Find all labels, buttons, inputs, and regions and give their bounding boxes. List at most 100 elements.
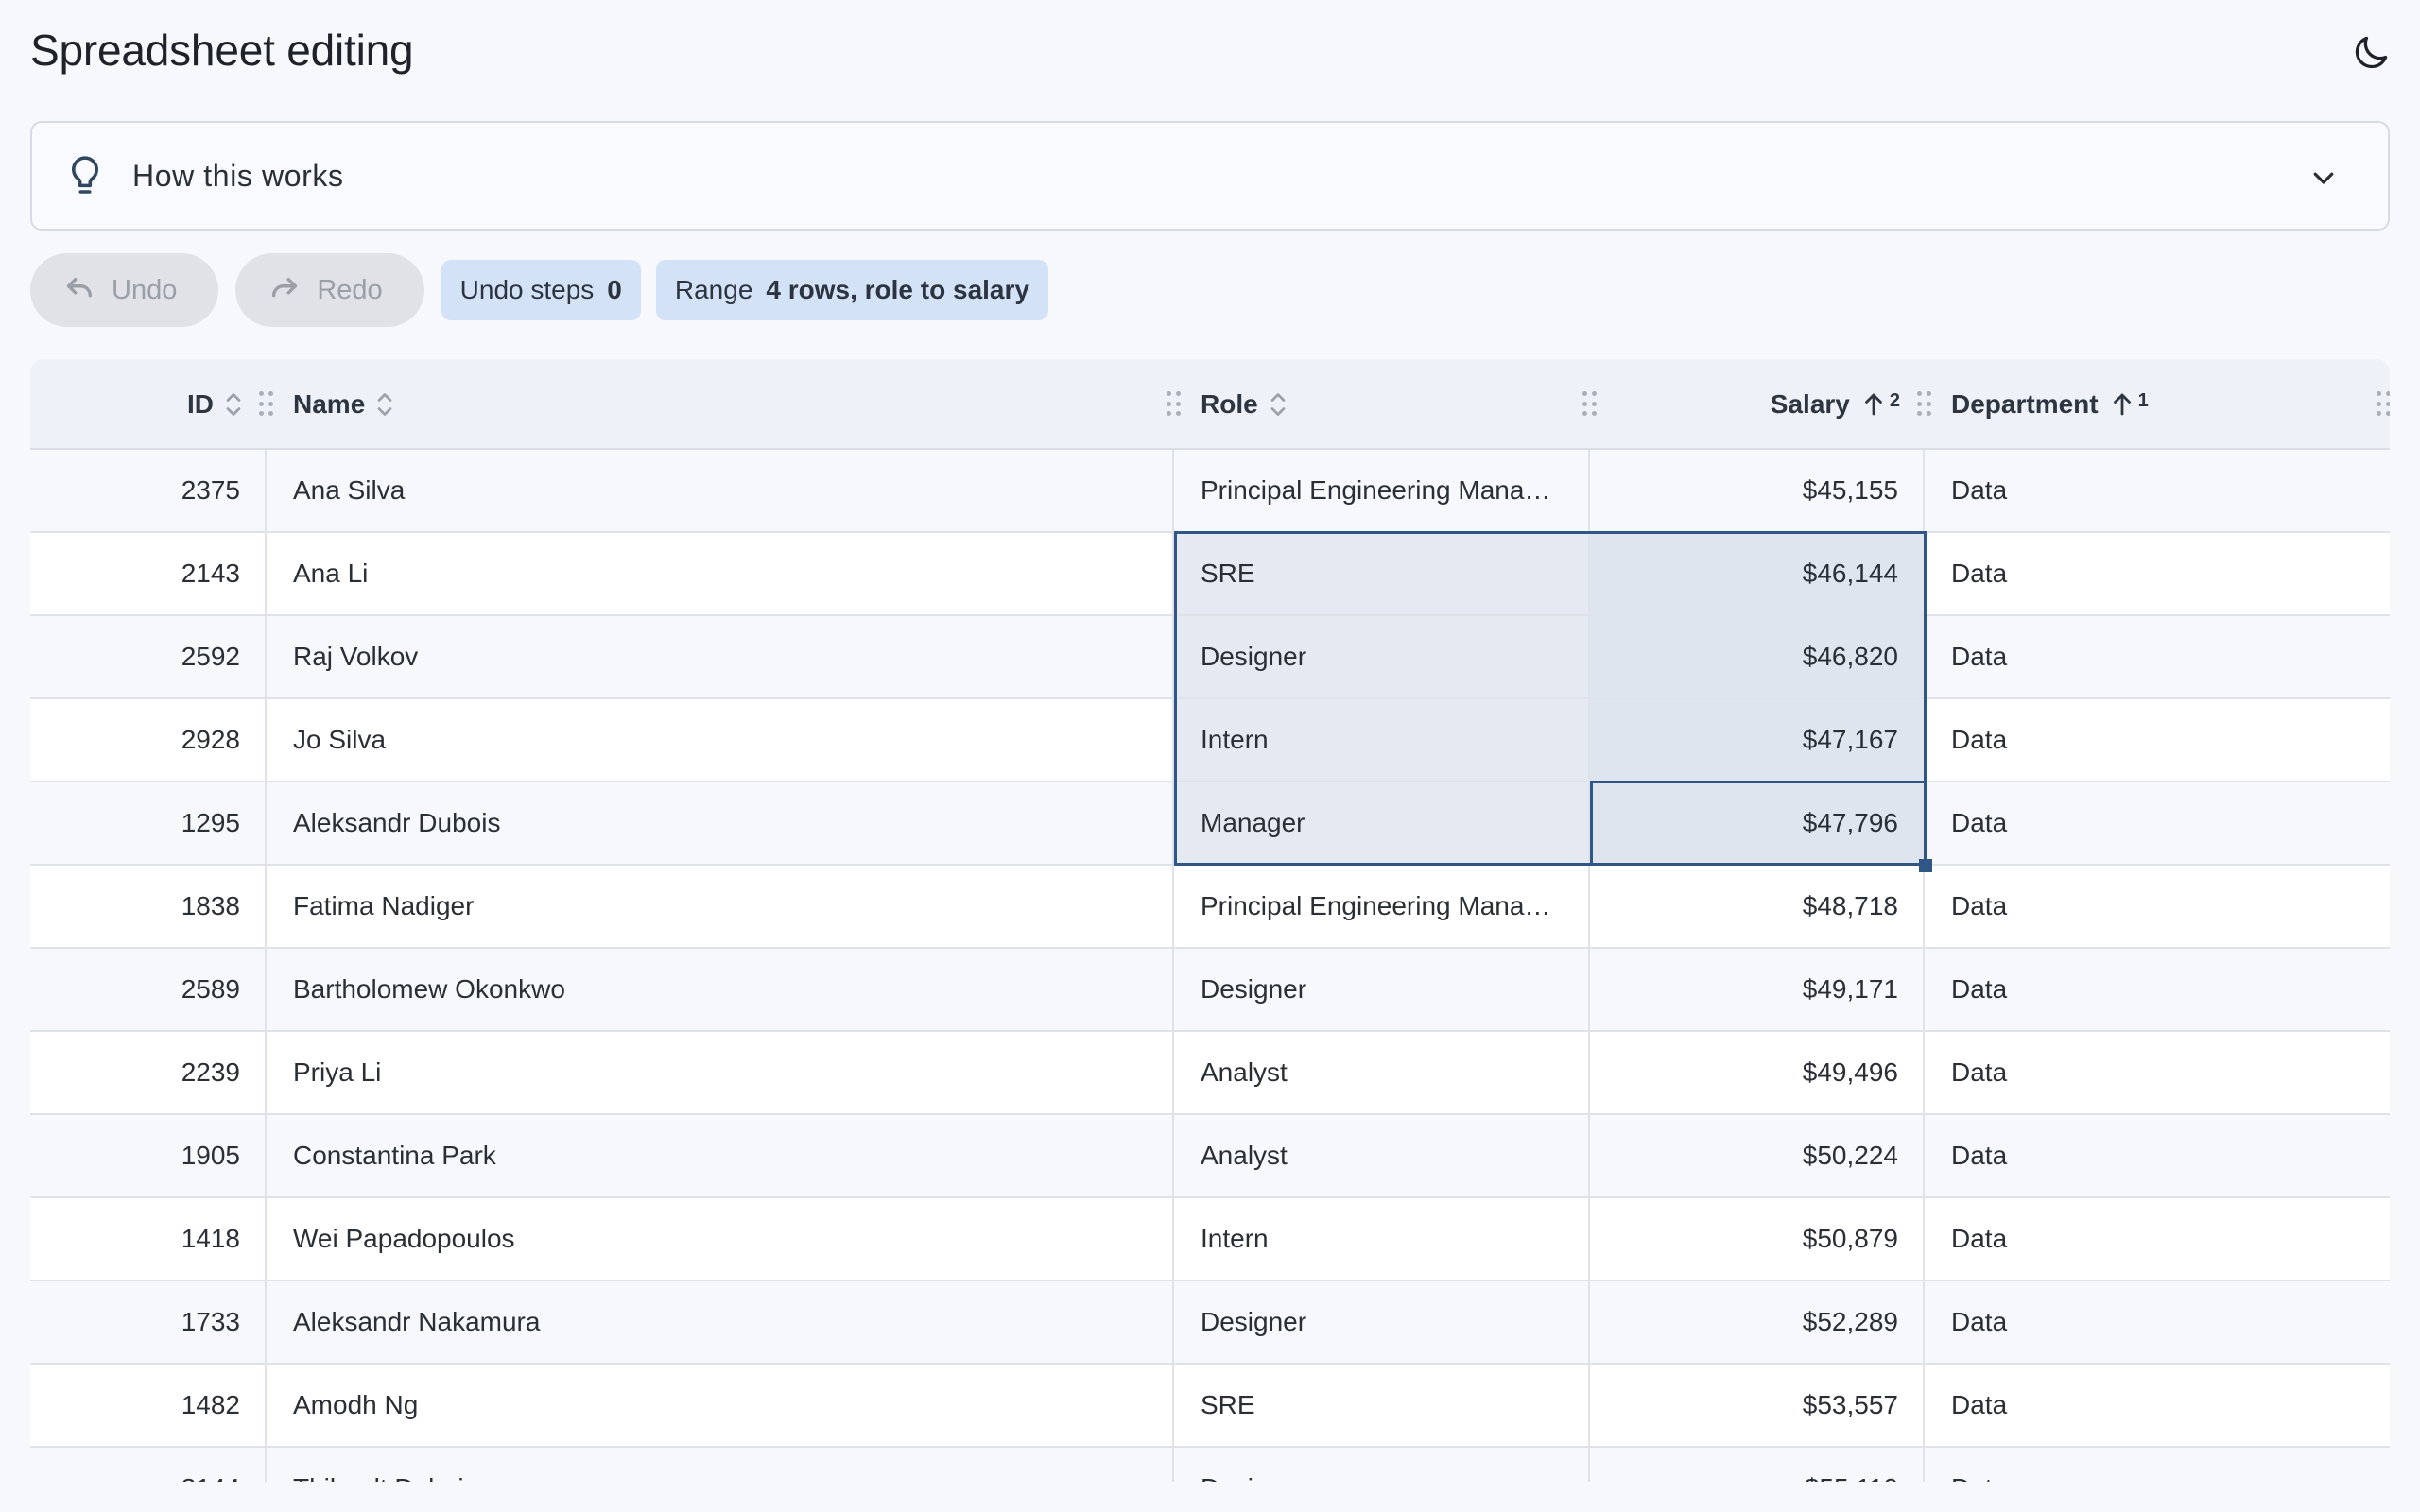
cell-department[interactable]: Data <box>1925 1032 2390 1113</box>
cell-salary[interactable]: $48,718 <box>1590 866 1925 947</box>
cell-id[interactable]: 1733 <box>30 1281 267 1363</box>
column-resize-handle[interactable] <box>2377 391 2390 418</box>
cell-department[interactable]: Data <box>1925 1115 2390 1196</box>
cell-role[interactable]: Manager <box>1174 782 1590 864</box>
cell-id[interactable]: 2592 <box>30 616 267 697</box>
cell-department[interactable]: Data <box>1925 616 2390 697</box>
column-header-name[interactable]: Name <box>293 359 1144 450</box>
cell-role[interactable]: Intern <box>1174 1198 1590 1280</box>
column-header-id[interactable]: ID <box>30 359 267 450</box>
cell-id[interactable]: 1418 <box>30 1198 267 1280</box>
cell-salary[interactable]: $47,796 <box>1590 782 1925 864</box>
cell-salary[interactable]: $55,110 <box>1590 1448 1925 1482</box>
column-resize-handle[interactable] <box>259 391 274 418</box>
cell-role[interactable]: Designer <box>1174 616 1590 697</box>
cell-id[interactable]: 2375 <box>30 450 267 531</box>
cell-role[interactable]: Designer <box>1174 1281 1590 1363</box>
cell-salary[interactable]: $49,171 <box>1590 949 1925 1030</box>
table-row[interactable]: 1733 Aleksandr Nakamura Designer $52,289 Dat… <box>30 1281 2390 1365</box>
cell-id[interactable]: 1838 <box>30 866 267 947</box>
cell-role[interactable]: Principal Engineering Mana… <box>1174 450 1590 531</box>
table-row[interactable]: 1418 Wei Papadopoulos Intern $50,879 Data <box>30 1198 2390 1281</box>
table-row[interactable]: 2928 Jo Silva Intern $47,167 Data <box>30 699 2390 782</box>
cell-salary[interactable]: $47,167 <box>1590 699 1925 781</box>
cell-department[interactable]: Data <box>1925 949 2390 1030</box>
cell-salary[interactable]: $45,155 <box>1590 450 1925 531</box>
table-row[interactable]: 2589 Bartholomew Okonkwo Designer $49,171 Da… <box>30 949 2390 1032</box>
cell-id[interactable]: 1905 <box>30 1115 267 1196</box>
cell-name[interactable]: Wei Papadopoulos <box>267 1198 1174 1280</box>
cell-department[interactable]: Data <box>1925 1281 2390 1363</box>
cell-name[interactable]: Ana Li <box>267 533 1174 614</box>
cell-name[interactable]: Amodh Ng <box>267 1365 1174 1446</box>
cell-role[interactable]: SRE <box>1174 1365 1590 1446</box>
cell-id[interactable]: 2928 <box>30 699 267 781</box>
cell-salary[interactable]: $50,879 <box>1590 1198 1925 1280</box>
cell-role[interactable]: Designer <box>1174 949 1590 1030</box>
cell-name[interactable]: Aleksandr Nakamura <box>267 1281 1174 1363</box>
table-row[interactable]: 2375 Ana Silva Principal Engineering Mana…… <box>30 450 2390 533</box>
cell-id[interactable]: 2143 <box>30 533 267 614</box>
sort-unsorted-icon[interactable] <box>376 390 393 419</box>
table-row[interactable]: 2592 Raj Volkov Designer $46,820 Data <box>30 616 2390 699</box>
cell-salary[interactable]: $46,144 <box>1590 533 1925 614</box>
cell-role[interactable]: Designer <box>1174 1448 1590 1482</box>
chevron-down-icon[interactable] <box>2305 159 2342 197</box>
table-row[interactable]: 1295 Aleksandr Dubois Manager $47,796 Data <box>30 782 2390 866</box>
cell-name[interactable]: Thibault Dubois <box>267 1448 1174 1482</box>
cell-department[interactable]: Data <box>1925 1365 2390 1446</box>
fill-handle[interactable] <box>1919 859 1932 872</box>
cell-department[interactable]: Data <box>1925 450 2390 531</box>
cell-name[interactable]: Ana Silva <box>267 450 1174 531</box>
column-resize-handle[interactable] <box>1167 391 1182 418</box>
how-this-works-accordion[interactable]: How this works <box>30 121 2390 231</box>
table-row[interactable]: 2143 Ana Li SRE $46,144 Data <box>30 533 2390 616</box>
column-header-department[interactable]: Department 1 <box>1951 359 2348 450</box>
table-row[interactable]: 1838 Fatima Nadiger Principal Engineering … <box>30 866 2390 949</box>
table-row[interactable]: 2239 Priya Li Analyst $49,496 Data <box>30 1032 2390 1115</box>
cell-department[interactable]: Data <box>1925 1448 2390 1482</box>
cell-id[interactable]: 3144 <box>30 1448 267 1482</box>
cell-salary[interactable]: $52,289 <box>1590 1281 1925 1363</box>
cell-role[interactable]: SRE <box>1174 533 1590 614</box>
sort-unsorted-icon[interactable] <box>1270 390 1287 419</box>
cell-salary[interactable]: $49,496 <box>1590 1032 1925 1113</box>
sort-ascending-icon[interactable] <box>1861 390 1886 419</box>
column-header-salary[interactable]: Salary 2 <box>1590 359 1925 450</box>
cell-name[interactable]: Bartholomew Okonkwo <box>267 949 1174 1030</box>
cell-salary[interactable]: $46,820 <box>1590 616 1925 697</box>
sort-ascending-icon[interactable] <box>2110 390 2135 419</box>
cell-name[interactable]: Fatima Nadiger <box>267 866 1174 947</box>
cell-name-text: Raj Volkov <box>293 642 419 671</box>
cell-role[interactable]: Analyst <box>1174 1115 1590 1196</box>
cell-id[interactable]: 1295 <box>30 782 267 864</box>
cell-id[interactable]: 2589 <box>30 949 267 1030</box>
cell-id[interactable]: 2239 <box>30 1032 267 1113</box>
column-header-role[interactable]: Role <box>1201 359 1560 450</box>
cell-salary[interactable]: $53,557 <box>1590 1365 1925 1446</box>
cell-department[interactable]: Data <box>1925 782 2390 864</box>
cell-name[interactable]: Constantina Park <box>267 1115 1174 1196</box>
theme-toggle-button[interactable] <box>2344 28 2397 81</box>
cell-id[interactable]: 1482 <box>30 1365 267 1446</box>
table-row[interactable]: 3144 Thibault Dubois Designer $55,110 Data <box>30 1448 2390 1482</box>
cell-role[interactable]: Intern <box>1174 699 1590 781</box>
cell-name[interactable]: Jo Silva <box>267 699 1174 781</box>
cell-department[interactable]: Data <box>1925 866 2390 947</box>
cell-department[interactable]: Data <box>1925 699 2390 781</box>
sort-unsorted-icon[interactable] <box>225 390 242 419</box>
undo-button[interactable]: Undo <box>30 253 219 327</box>
cell-name[interactable]: Raj Volkov <box>267 616 1174 697</box>
redo-button[interactable]: Redo <box>235 253 424 327</box>
column-resize-handle[interactable] <box>1917 391 1932 418</box>
cell-role[interactable]: Principal Engineering Mana… <box>1174 866 1590 947</box>
cell-department[interactable]: Data <box>1925 1198 2390 1280</box>
redo-label: Redo <box>317 274 383 305</box>
cell-name[interactable]: Aleksandr Dubois <box>267 782 1174 864</box>
cell-role[interactable]: Analyst <box>1174 1032 1590 1113</box>
cell-department[interactable]: Data <box>1925 533 2390 614</box>
cell-salary[interactable]: $50,224 <box>1590 1115 1925 1196</box>
table-row[interactable]: 1482 Amodh Ng SRE $53,557 Data <box>30 1365 2390 1448</box>
cell-name[interactable]: Priya Li <box>267 1032 1174 1113</box>
table-row[interactable]: 1905 Constantina Park Analyst $50,224 Data <box>30 1115 2390 1198</box>
